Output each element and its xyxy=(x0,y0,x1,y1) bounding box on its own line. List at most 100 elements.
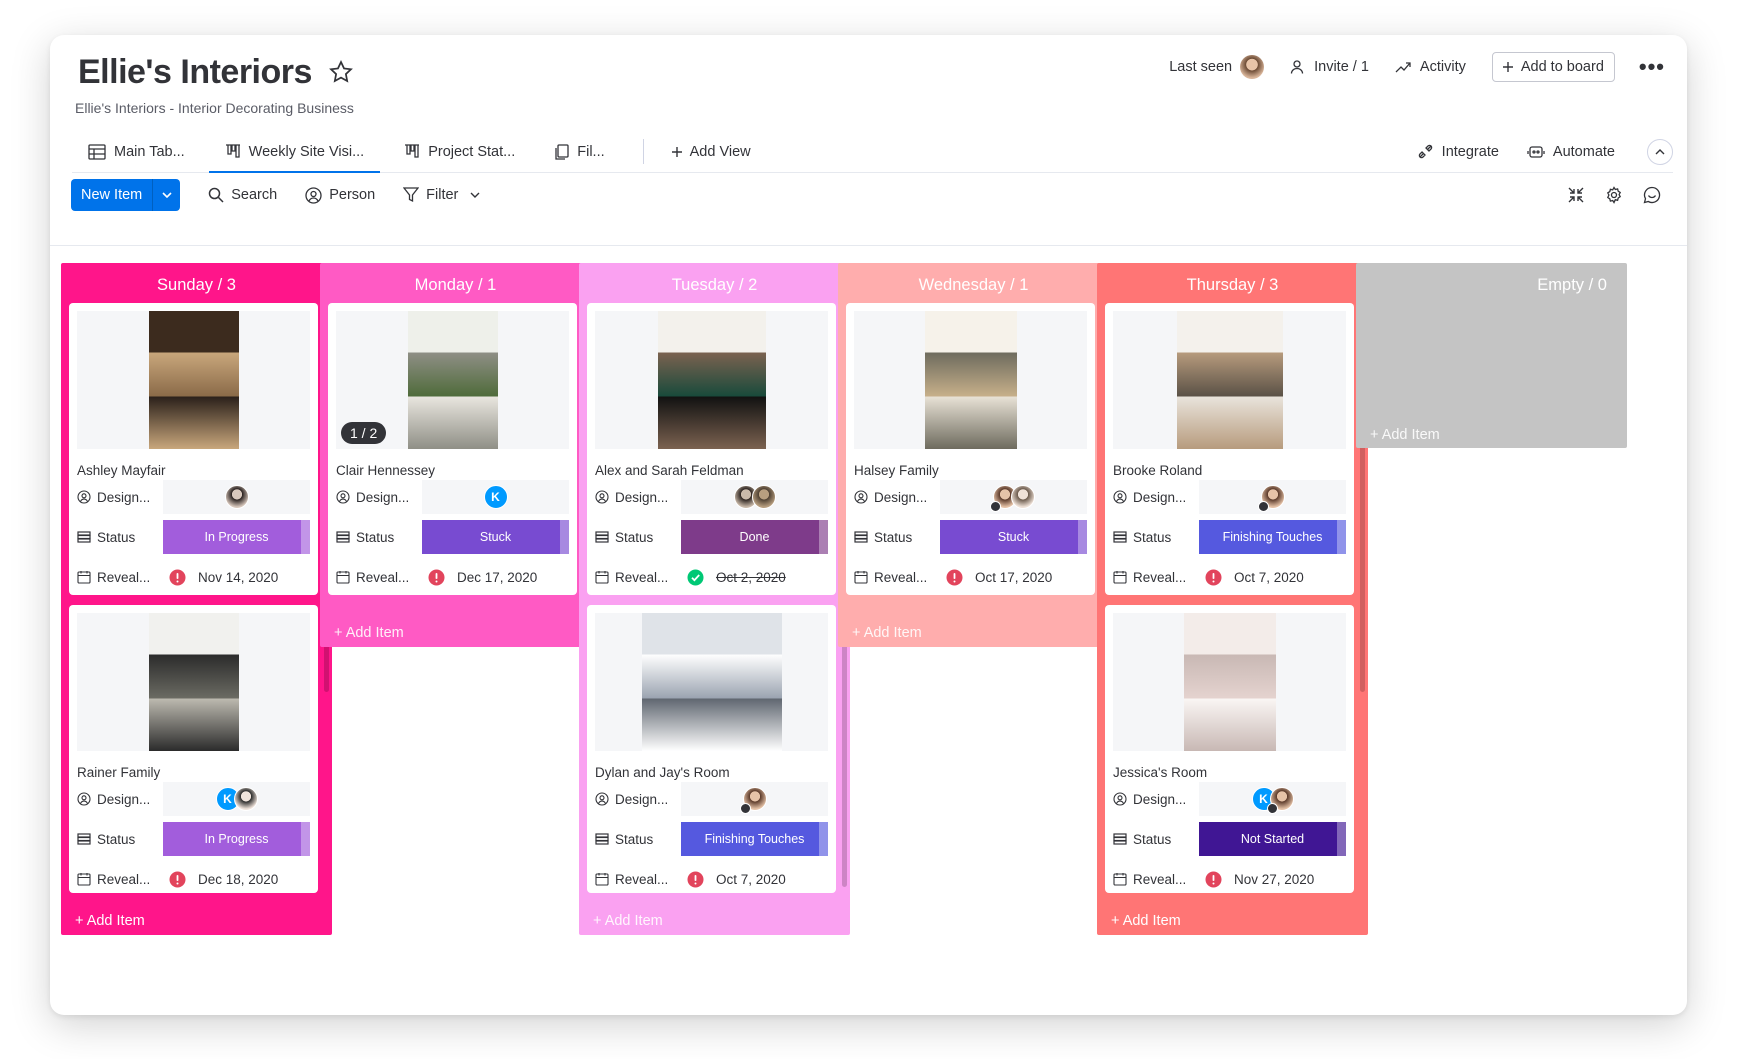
status-badge[interactable]: Finishing Touches xyxy=(1199,520,1346,554)
chevron-down-icon[interactable] xyxy=(470,192,480,198)
designer-avatars[interactable] xyxy=(681,480,828,514)
star-icon[interactable] xyxy=(328,59,354,85)
status-cell[interactable]: Stuck xyxy=(422,520,569,554)
designer-avatars[interactable] xyxy=(163,480,310,514)
date-cell[interactable]: Oct 2, 2020 xyxy=(681,560,828,594)
status-badge[interactable]: In Progress xyxy=(163,822,310,856)
add-item-button[interactable]: + Add Item xyxy=(75,913,145,929)
add-item-button[interactable]: + Add Item xyxy=(1111,913,1181,929)
status-cell[interactable]: Stuck xyxy=(940,520,1087,554)
calendar-icon xyxy=(336,570,356,584)
item-card[interactable]: Dylan and Jay's Room Design... Status Finis… xyxy=(587,605,836,893)
new-item-dropdown[interactable] xyxy=(152,179,180,211)
add-item-button[interactable]: + Add Item xyxy=(1370,427,1440,443)
column-header[interactable]: Monday / 1 xyxy=(320,263,591,307)
integrate-button[interactable]: Integrate xyxy=(1403,143,1513,160)
item-image[interactable] xyxy=(77,613,310,751)
add-view-button[interactable]: Add View xyxy=(656,131,767,172)
status-badge[interactable]: Done xyxy=(681,520,828,554)
item-card[interactable]: Halsey Family Design... Status Stuck Reveal.… xyxy=(846,303,1095,595)
item-image[interactable] xyxy=(595,311,828,449)
item-image[interactable]: 1 / 2 xyxy=(336,311,569,449)
item-card[interactable]: Alex and Sarah Feldman Design... Status Don… xyxy=(587,303,836,595)
date-cell[interactable]: Oct 17, 2020 xyxy=(940,560,1087,594)
item-name[interactable]: Ashley Mayfair xyxy=(77,463,166,478)
add-item-button[interactable]: + Add Item xyxy=(852,625,922,641)
status-badge[interactable]: Finishing Touches xyxy=(681,822,828,856)
designer-avatars[interactable] xyxy=(1199,480,1346,514)
date-value: Nov 14, 2020 xyxy=(198,569,279,585)
designer-avatars[interactable]: K xyxy=(163,782,310,816)
status-badge[interactable]: Stuck xyxy=(940,520,1087,554)
item-image[interactable] xyxy=(854,311,1087,449)
designer-avatars[interactable] xyxy=(681,782,828,816)
item-name[interactable]: Halsey Family xyxy=(854,463,939,478)
item-card[interactable]: Jessica's Room Design... K Status Not Starte… xyxy=(1105,605,1354,893)
collapse-header-button[interactable] xyxy=(1647,138,1673,165)
add-item-button[interactable]: + Add Item xyxy=(334,625,404,641)
item-card[interactable]: Brooke Roland Design... Status Finishing To… xyxy=(1105,303,1354,595)
item-image[interactable] xyxy=(595,613,828,751)
tab-project-status[interactable]: Project Stat... xyxy=(388,131,531,172)
designer-avatars[interactable]: K xyxy=(422,480,569,514)
activity-button[interactable]: Activity xyxy=(1395,59,1466,75)
item-name[interactable]: Brooke Roland xyxy=(1113,463,1202,478)
status-cell[interactable]: In Progress xyxy=(163,822,310,856)
item-name[interactable]: Clair Hennessey xyxy=(336,463,435,478)
status-badge[interactable]: Stuck xyxy=(422,520,569,554)
more-options-icon[interactable]: ••• xyxy=(1639,54,1665,80)
item-card[interactable]: 1 / 2 Clair Hennessey Design... K Status Stuc… xyxy=(328,303,577,595)
new-item-label[interactable]: New Item xyxy=(71,179,152,211)
column-header[interactable]: Sunday / 3 xyxy=(61,263,332,307)
item-name[interactable]: Rainer Family xyxy=(77,765,160,780)
column-header[interactable]: Thursday / 3 xyxy=(1097,263,1368,307)
status-field: Status Finishing Touches xyxy=(1113,520,1346,554)
designer-avatars[interactable] xyxy=(940,480,1087,514)
board-description[interactable]: Ellie's Interiors - Interior Decorating … xyxy=(75,100,354,116)
date-cell[interactable]: Dec 17, 2020 xyxy=(422,560,569,594)
last-seen[interactable]: Last seen xyxy=(1169,55,1265,79)
item-name[interactable]: Alex and Sarah Feldman xyxy=(595,463,744,478)
image-pager[interactable]: 1 / 2 xyxy=(341,422,387,444)
automate-button[interactable]: Automate xyxy=(1513,144,1629,160)
status-badge[interactable]: In Progress xyxy=(163,520,310,554)
column-header[interactable]: Empty / 0 xyxy=(1356,263,1627,307)
date-cell[interactable]: Oct 7, 2020 xyxy=(681,862,828,893)
item-image[interactable] xyxy=(77,311,310,449)
filter-button[interactable]: Filter xyxy=(403,187,480,203)
column-header[interactable]: Wednesday / 1 xyxy=(838,263,1109,307)
status-cell[interactable]: Finishing Touches xyxy=(681,822,828,856)
date-cell[interactable]: Nov 27, 2020 xyxy=(1199,862,1346,893)
item-card[interactable]: Ashley Mayfair Design... Status In Progress… xyxy=(69,303,318,595)
status-cell[interactable]: Finishing Touches xyxy=(1199,520,1346,554)
date-cell[interactable]: Nov 14, 2020 xyxy=(163,560,310,594)
item-image[interactable] xyxy=(1113,311,1346,449)
tab-files[interactable]: Fil... xyxy=(539,131,620,172)
column-header[interactable]: Tuesday / 2 xyxy=(579,263,850,307)
date-cell[interactable]: Oct 7, 2020 xyxy=(1199,560,1346,594)
add-to-board-button[interactable]: Add to board xyxy=(1491,52,1615,82)
gear-icon[interactable] xyxy=(1605,186,1623,204)
board-title[interactable]: Ellie's Interiors xyxy=(78,53,312,92)
add-item-button[interactable]: + Add Item xyxy=(593,913,663,929)
new-item-button[interactable]: New Item xyxy=(71,179,181,211)
search-button[interactable]: Search xyxy=(208,187,277,203)
field-label-text: Design... xyxy=(615,489,669,505)
status-cell[interactable]: In Progress xyxy=(163,520,310,554)
status-cell[interactable]: Not Started xyxy=(1199,822,1346,856)
collapse-icon[interactable] xyxy=(1567,186,1585,204)
status-cell[interactable]: Done xyxy=(681,520,828,554)
alert-icon xyxy=(169,569,186,586)
status-badge[interactable]: Not Started xyxy=(1199,822,1346,856)
invite-button[interactable]: Invite / 1 xyxy=(1290,59,1369,75)
chat-icon[interactable] xyxy=(1643,186,1661,204)
person-filter-button[interactable]: Person xyxy=(305,186,375,204)
date-cell[interactable]: Dec 18, 2020 xyxy=(163,862,310,893)
designer-avatars[interactable]: K xyxy=(1199,782,1346,816)
item-image[interactable] xyxy=(1113,613,1346,751)
item-card[interactable]: Rainer Family Design... K Status In Progress… xyxy=(69,605,318,893)
item-name[interactable]: Jessica's Room xyxy=(1113,765,1207,780)
tab-weekly-site-visits[interactable]: Weekly Site Visi... xyxy=(208,131,381,173)
item-name[interactable]: Dylan and Jay's Room xyxy=(595,765,730,780)
tab-main-table[interactable]: Main Tab... xyxy=(72,131,201,172)
